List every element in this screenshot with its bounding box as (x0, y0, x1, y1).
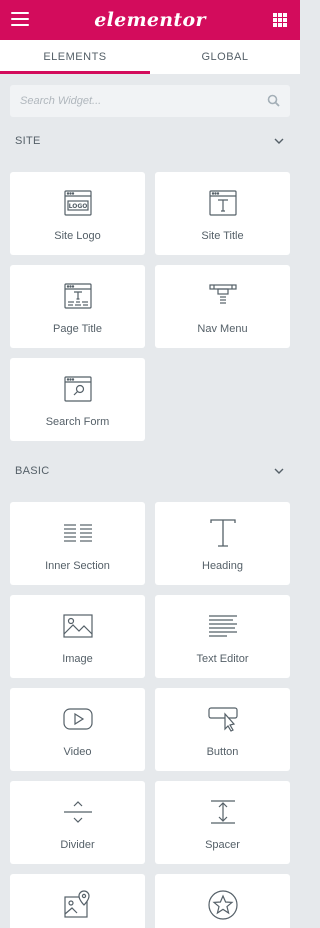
widget-image[interactable]: Image (10, 595, 145, 678)
widget-label: Heading (202, 560, 243, 572)
widget-label: Spacer (205, 839, 240, 851)
heading-icon (207, 517, 239, 549)
button-icon (207, 703, 239, 735)
section-header-site[interactable]: SITE (15, 135, 285, 147)
spacer-icon (207, 796, 239, 828)
widget-label: Image (62, 653, 93, 665)
svg-text:LOGO: LOGO (68, 203, 87, 210)
search-icon[interactable] (267, 94, 280, 107)
hamburger-menu-icon[interactable] (11, 12, 29, 28)
nav-menu-icon (207, 280, 239, 312)
widget-label: Video (63, 746, 92, 758)
widget-search-form[interactable]: Search Form (10, 358, 145, 441)
elementor-logo: elementor (94, 9, 206, 31)
image-icon (62, 610, 94, 642)
widget-heading[interactable]: Heading (155, 502, 290, 585)
chevron-down-icon[interactable] (273, 465, 285, 477)
search-widget-box (10, 85, 290, 117)
widget-divider[interactable]: Divider (10, 781, 145, 864)
widget-video[interactable]: Video (10, 688, 145, 771)
tab-elements[interactable]: ELEMENTS (0, 40, 150, 74)
top-bar: elementor (0, 0, 300, 40)
section-title-site: SITE (15, 135, 41, 147)
widget-label: Search Form (45, 416, 110, 428)
widget-label: Site Logo (54, 230, 101, 242)
tab-global[interactable]: GLOBAL (150, 40, 300, 74)
google-maps-icon (62, 889, 94, 921)
widget-site-logo[interactable]: LOGO Site Logo (10, 172, 145, 255)
section-header-basic[interactable]: BASIC (15, 465, 285, 477)
widget-label: Page Title (53, 323, 102, 335)
text-editor-icon (207, 610, 239, 642)
widgets-grid-icon[interactable] (273, 13, 287, 27)
widget-icon[interactable] (155, 874, 290, 928)
widget-button[interactable]: Button (155, 688, 290, 771)
widget-label: Text Editor (196, 653, 249, 665)
chevron-down-icon[interactable] (273, 135, 285, 147)
widget-text-editor[interactable]: Text Editor (155, 595, 290, 678)
section-title-basic: BASIC (15, 465, 50, 477)
widget-label: Nav Menu (197, 323, 248, 335)
page-title-icon (62, 280, 94, 312)
site-logo-icon: LOGO (62, 187, 94, 219)
widget-spacer[interactable]: Spacer (155, 781, 290, 864)
widget-inner-section[interactable]: Inner Section (10, 502, 145, 585)
widget-site-title[interactable]: Site Title (155, 172, 290, 255)
search-form-icon (62, 373, 94, 405)
panel-tabs: ELEMENTS GLOBAL (0, 40, 300, 74)
widget-page-title[interactable]: Page Title (10, 265, 145, 348)
widget-label: Inner Section (45, 560, 110, 572)
widget-nav-menu[interactable]: Nav Menu (155, 265, 290, 348)
widget-google-maps[interactable] (10, 874, 145, 928)
widget-label: Button (206, 746, 239, 758)
inner-section-icon (62, 517, 94, 549)
widget-label: Site Title (201, 230, 244, 242)
widget-label: Divider (60, 839, 95, 851)
icon-widget-icon (207, 889, 239, 921)
site-title-icon (207, 187, 239, 219)
video-icon (62, 703, 94, 735)
search-widget-input[interactable] (20, 95, 260, 107)
divider-icon (62, 796, 94, 828)
